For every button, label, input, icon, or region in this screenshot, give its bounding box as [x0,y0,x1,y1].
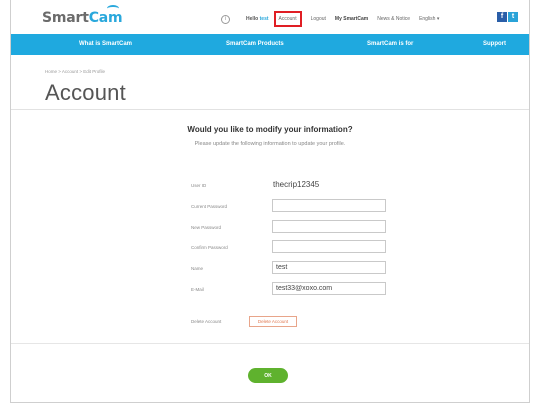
breadcrumb[interactable]: Home > Account > Edit Profile [45,69,105,74]
logo-smart-text: Smart [42,10,89,26]
delete-account-label: Delete Account [191,319,222,324]
my-smartcam-link[interactable]: My SmartCam [335,16,368,22]
nav-what-is-smartcam[interactable]: What is SmartCam [79,41,132,47]
current-password-field[interactable] [272,199,386,212]
smartcam-logo[interactable]: SmartCam [42,10,123,26]
logo-cam-text: Cam [88,10,123,26]
page-title: Account [45,80,126,105]
user-id-label: User ID [191,183,207,188]
divider [11,109,529,110]
delete-account-button[interactable]: Delete Account [249,316,297,327]
divider [11,343,529,344]
current-password-label: Current Password [191,204,228,209]
top-navigation: i Hello test Account Logout My SmartCam … [221,11,448,27]
modify-instructions: Please update the following information … [194,141,346,147]
confirm-password-label: Confirm Password [191,245,228,250]
user-id-value: thecrip12345 [273,180,320,189]
nav-smartcam-products[interactable]: SmartCam Products [226,41,284,47]
info-icon[interactable]: i [221,14,230,24]
new-password-label: New Password [191,225,222,230]
name-field[interactable] [272,261,386,274]
site-header: SmartCam i Hello test Account Logout My … [11,0,529,34]
news-notice-link[interactable]: News & Notice [377,16,410,22]
modify-question: Would you like to modify your informatio… [187,125,353,134]
main-navigation-bar: What is SmartCam SmartCam Products Smart… [11,34,529,55]
logout-link[interactable]: Logout [311,16,326,22]
nav-smartcam-is-for[interactable]: SmartCam is for [367,41,413,47]
chevron-down-icon: ▾ [436,16,440,22]
email-field[interactable] [272,282,386,295]
greeting: Hello test [246,16,269,22]
confirm-password-field[interactable] [272,240,386,253]
new-password-field[interactable] [272,220,386,233]
page-frame: SmartCam i Hello test Account Logout My … [10,0,530,403]
language-selector[interactable]: English ▾ [419,16,439,22]
ok-button[interactable]: OK [248,368,288,383]
name-label: Name [191,266,204,271]
user-name: test [259,16,269,22]
logo-swoosh-icon [107,5,119,12]
nav-support[interactable]: Support [483,41,506,47]
facebook-icon[interactable]: f [497,12,507,22]
twitter-icon[interactable]: t [508,12,518,22]
email-label: E-Mail [191,287,204,292]
social-links: f t [497,12,518,22]
account-link[interactable]: Account [273,11,302,27]
